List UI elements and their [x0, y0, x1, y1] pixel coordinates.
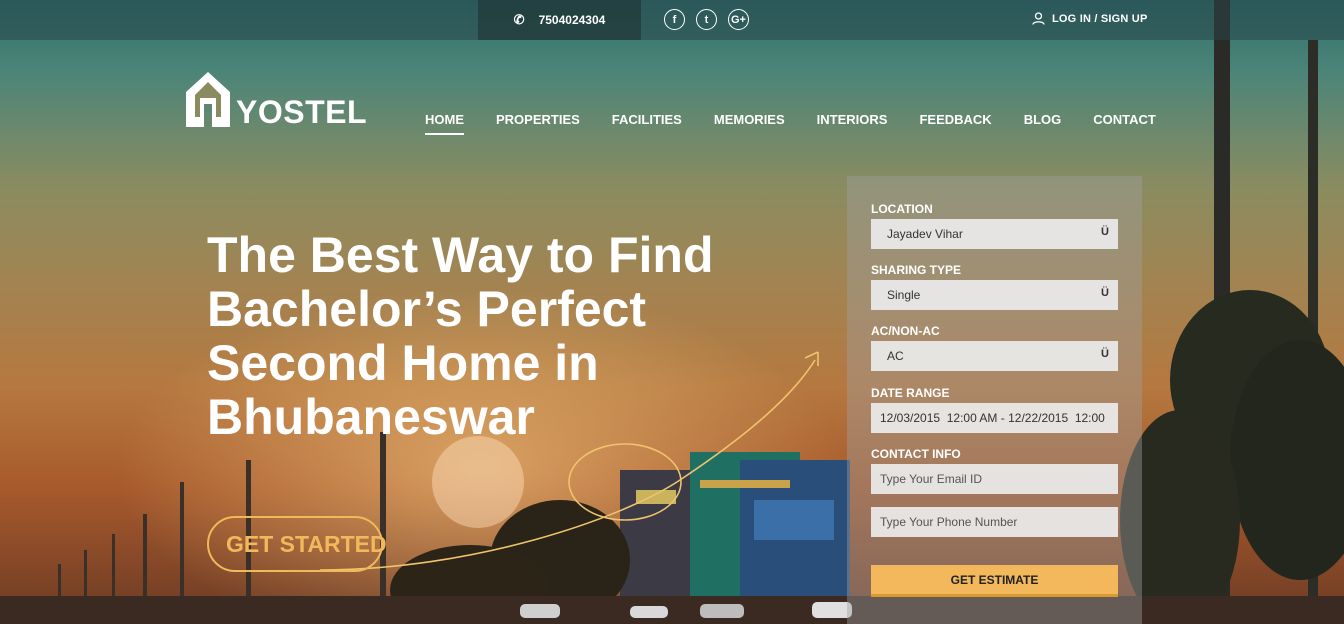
email-field[interactable]: Type Your Email ID: [871, 464, 1118, 494]
user-icon: [1032, 12, 1045, 25]
phone-icon: ✆: [513, 12, 525, 27]
sharing-type-label: SHARING TYPE: [871, 263, 962, 277]
dropdown-caret-icon: Ü: [1101, 226, 1109, 238]
location-label: LOCATION: [871, 202, 933, 216]
nav-interiors[interactable]: INTERIORS: [817, 112, 888, 135]
estimate-form: LOCATION Jayadev Vihar Ü SHARING TYPE Si…: [847, 176, 1142, 624]
phone-field[interactable]: Type Your Phone Number: [871, 507, 1118, 537]
dropdown-caret-icon: Ü: [1101, 348, 1109, 360]
get-estimate-button[interactable]: GET ESTIMATE: [871, 565, 1118, 597]
hero-headline: The Best Way to Find Bachelor’s Perfect …: [207, 227, 714, 445]
top-bar: ✆ 7504024304 f t G+ LOG IN / SIGN UP: [0, 0, 1344, 40]
nav-memories[interactable]: MEMORIES: [714, 112, 785, 135]
contact-info-label: CONTACT INFO: [871, 447, 961, 461]
facebook-icon[interactable]: f: [664, 9, 685, 30]
nav-facilities[interactable]: FACILITIES: [612, 112, 682, 135]
nav-properties[interactable]: PROPERTIES: [496, 112, 580, 135]
twitter-icon[interactable]: t: [696, 9, 717, 30]
date-range-field[interactable]: 12/03/2015 12:00 AM - 12/22/2015 12:00: [871, 403, 1118, 433]
login-signup-link[interactable]: LOG IN / SIGN UP: [1032, 12, 1148, 25]
sharing-type-select[interactable]: Single Ü: [871, 280, 1118, 310]
ac-value: AC: [887, 349, 904, 363]
logo[interactable]: YOSTEL: [186, 72, 368, 130]
logo-text: YOSTEL: [236, 94, 368, 130]
date-range-label: DATE RANGE: [871, 386, 950, 400]
google-plus-icon[interactable]: G+: [728, 9, 749, 30]
phone-number: 7504024304: [538, 13, 606, 27]
nav-home[interactable]: HOME: [425, 112, 464, 135]
location-select[interactable]: Jayadev Vihar Ü: [871, 219, 1118, 249]
location-value: Jayadev Vihar: [887, 227, 963, 241]
main-nav: HOME PROPERTIES FACILITIES MEMORIES INTE…: [425, 112, 1156, 135]
phone-contact[interactable]: ✆ 7504024304: [478, 0, 641, 40]
social-links: f t G+: [664, 9, 749, 30]
sharing-type-value: Single: [887, 288, 921, 302]
nav-blog[interactable]: BLOG: [1024, 112, 1062, 135]
house-logo-icon: [186, 72, 230, 127]
dropdown-caret-icon: Ü: [1101, 287, 1109, 299]
nav-feedback[interactable]: FEEDBACK: [919, 112, 991, 135]
ac-label: AC/NON-AC: [871, 324, 940, 338]
get-started-button[interactable]: GET STARTED: [207, 516, 387, 572]
nav-contact[interactable]: CONTACT: [1093, 112, 1156, 135]
ac-select[interactable]: AC Ü: [871, 341, 1118, 371]
login-label: LOG IN / SIGN UP: [1052, 12, 1148, 25]
